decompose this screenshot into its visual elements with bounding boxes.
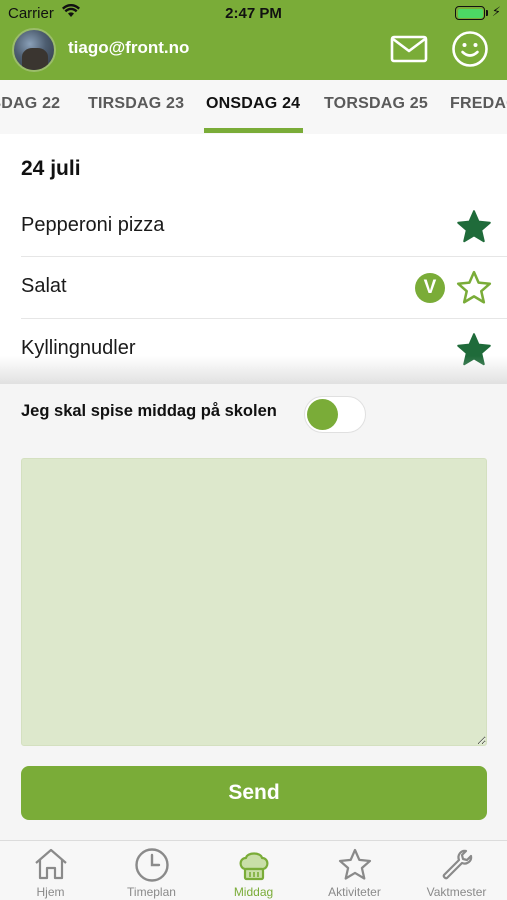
battery-icon bbox=[455, 6, 485, 20]
dinner-panel: Jeg skal spise middag på skolen Send bbox=[0, 384, 507, 840]
tab-day-24[interactable]: ONSDAG 24 bbox=[206, 95, 300, 113]
dinner-toggle[interactable] bbox=[304, 396, 366, 433]
send-button[interactable]: Send bbox=[21, 766, 487, 820]
day-tabs: ONSDAG 22 TIRSDAG 23 ONSDAG 24 TORSDAG 2… bbox=[0, 80, 507, 134]
avatar[interactable] bbox=[12, 28, 56, 72]
bottom-tab-bar: Hjem Timeplan Middag Aktiviteter Vaktmes… bbox=[0, 840, 507, 900]
tab-middag[interactable]: Middag bbox=[203, 841, 304, 900]
tab-label: Hjem bbox=[36, 885, 65, 899]
date-heading: 24 juli bbox=[21, 157, 81, 180]
toggle-knob bbox=[307, 399, 338, 430]
tab-label: Middag bbox=[233, 885, 274, 899]
menu-item: Pepperoni pizza bbox=[0, 196, 507, 258]
tab-day-26[interactable]: FREDAG 26 bbox=[450, 95, 507, 113]
chef-hat-icon bbox=[239, 852, 269, 881]
battery-tip bbox=[486, 10, 488, 16]
home-icon bbox=[35, 848, 67, 880]
star-filled-icon[interactable] bbox=[455, 208, 493, 246]
star-outline-icon[interactable] bbox=[455, 269, 493, 307]
wrench-icon bbox=[442, 849, 473, 880]
tab-aktiviteter[interactable]: Aktiviteter bbox=[304, 841, 405, 900]
tab-label: Timeplan bbox=[127, 885, 176, 899]
active-tab-indicator bbox=[204, 128, 303, 133]
tab-day-25[interactable]: TORSDAG 25 bbox=[324, 95, 428, 113]
app-header: tiago@front.no bbox=[0, 28, 507, 80]
star-icon bbox=[338, 848, 372, 880]
vegetarian-badge: V bbox=[415, 273, 445, 303]
clock-icon bbox=[135, 848, 169, 882]
tab-timeplan[interactable]: Timeplan bbox=[101, 841, 202, 900]
menu-item-name: Salat bbox=[21, 275, 67, 297]
tab-day-22[interactable]: ONSDAG 22 bbox=[0, 95, 60, 113]
dinner-toggle-label: Jeg skal spise middag på skolen bbox=[21, 402, 277, 420]
menu-item-name: Pepperoni pizza bbox=[21, 214, 165, 236]
user-email: tiago@front.no bbox=[68, 38, 190, 57]
status-time: 2:47 PM bbox=[225, 5, 282, 22]
smiley-icon[interactable] bbox=[451, 30, 489, 68]
comment-field[interactable] bbox=[21, 458, 487, 746]
tab-label: Vaktmester bbox=[426, 885, 487, 899]
tab-vaktmester[interactable]: Vaktmester bbox=[406, 841, 507, 900]
tab-day-23[interactable]: TIRSDAG 23 bbox=[88, 95, 184, 113]
charging-icon: ⚡ bbox=[491, 4, 501, 19]
mail-icon[interactable] bbox=[390, 34, 428, 64]
status-bar: Carrier 2:47 PM ⚡ bbox=[0, 0, 507, 28]
tab-hjem[interactable]: Hjem bbox=[0, 841, 101, 900]
tab-label: Aktiviteter bbox=[328, 885, 381, 899]
menu-item: Salat V bbox=[0, 257, 507, 319]
panel-shadow bbox=[0, 356, 507, 384]
